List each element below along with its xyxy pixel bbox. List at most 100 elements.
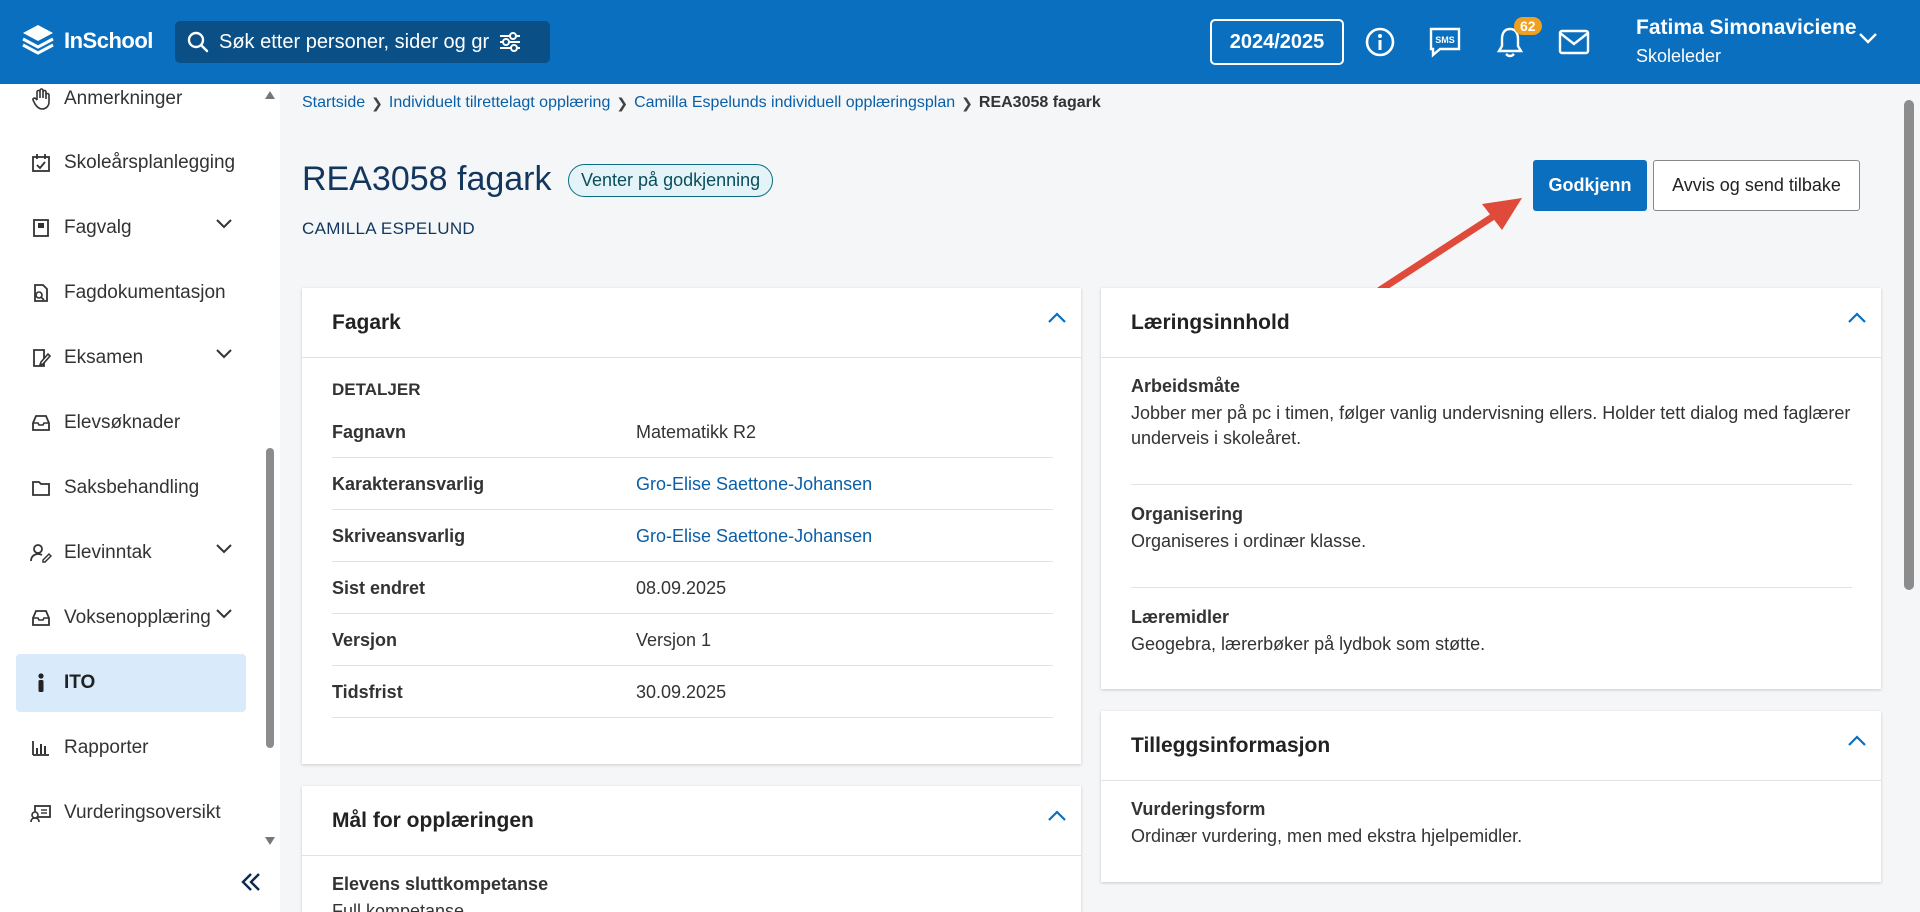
sidebar-item-label: Vurderingsoversikt	[64, 802, 221, 823]
detail-value: Versjon 1	[636, 630, 712, 650]
user-menu[interactable]: Fatima Simonaviciene Skoleleder	[1636, 16, 1857, 67]
notification-badge: 62	[1514, 17, 1542, 35]
fagark-card: Fagark DETALJER Fagnavn Matematikk R2 Ka…	[302, 288, 1081, 764]
chevron-up-icon[interactable]	[1847, 735, 1867, 747]
block-title: Arbeidsmåte	[1131, 376, 1241, 396]
sidebar-item-fagvalg[interactable]: Fagvalg	[16, 199, 246, 257]
teacher-link[interactable]: Gro-Elise Saettone-Johansen	[636, 474, 872, 495]
sidebar: Anmerkninger Skoleårsplanlegging Fagvalg…	[0, 84, 280, 912]
reject-and-return-button[interactable]: Avvis og send tilbake	[1653, 160, 1860, 211]
sidebar-item-fagdokumentasjon[interactable]: Fagdokumentasjon	[16, 264, 246, 322]
calendar-check-icon	[30, 152, 52, 174]
detail-row: Karakteransvarlig Gro-Elise Saettone-Joh…	[332, 458, 1053, 510]
school-year-button[interactable]: 2024/2025	[1210, 19, 1344, 65]
detail-row: Sist endret 08.09.2025	[332, 562, 1053, 614]
chevron-down-icon[interactable]	[216, 349, 232, 359]
sidebar-item-label: Saksbehandling	[64, 477, 200, 498]
person-icon	[30, 672, 52, 694]
sidebar-item-label: Rapporter	[64, 737, 149, 758]
sidebar-item-elevsoknader[interactable]: Elevsøknader	[16, 394, 246, 452]
hand-icon	[30, 88, 52, 110]
card-title: Mål for opplæringen	[332, 808, 534, 832]
breadcrumb-link-startside[interactable]: Startside	[302, 94, 365, 112]
chevron-right-icon: ❯	[961, 94, 973, 111]
block-title: Organisering	[1131, 504, 1244, 524]
top-bar: InSchool 2024/2025 SMS	[0, 0, 1920, 84]
detail-value: Matematikk R2	[636, 422, 757, 442]
detail-row: Tidsfrist 30.09.2025	[332, 666, 1053, 718]
approve-button[interactable]: Godkjenn	[1533, 160, 1647, 211]
mail-icon[interactable]	[1556, 24, 1592, 60]
content-block: Læremidler Geogebra, lærerbøker på lydbo…	[1131, 607, 1852, 657]
block-title: Elevens sluttkompetanse	[332, 874, 549, 894]
laeringsinnhold-card-header[interactable]: Læringsinnhold	[1101, 288, 1881, 358]
sidebar-item-vurderingsoversikt[interactable]: Vurderingsoversikt	[16, 784, 246, 842]
sidebar-item-anmerkninger[interactable]: Anmerkninger	[16, 70, 246, 128]
sidebar-item-eksamen[interactable]: Eksamen	[16, 329, 246, 387]
exam-icon	[30, 347, 52, 369]
page-scrollbar[interactable]	[1904, 100, 1914, 590]
sms-label: SMS	[1435, 35, 1455, 45]
sidebar-item-rapporter[interactable]: Rapporter	[16, 719, 246, 777]
detail-row: Skriveansvarlig Gro-Elise Saettone-Johan…	[332, 510, 1053, 562]
student-name: CAMILLA ESPELUND	[302, 219, 475, 238]
divider	[1131, 484, 1852, 485]
search-icon	[187, 31, 209, 53]
sidebar-scrollbar[interactable]	[266, 448, 274, 748]
collapse-sidebar-icon[interactable]	[240, 872, 262, 892]
chevron-right-icon: ❯	[616, 94, 629, 111]
scroll-up-arrow[interactable]	[264, 90, 276, 100]
user-role: Skoleleder	[1636, 46, 1722, 66]
chevron-right-icon: ❯	[371, 94, 383, 111]
chevron-up-icon[interactable]	[1047, 810, 1067, 822]
breadcrumb-link-plan[interactable]: Camilla Espelunds individuell opplærings…	[634, 94, 955, 112]
content-block: Organisering Organiseres i ordinær klass…	[1131, 504, 1852, 554]
maal-card-header[interactable]: Mål for opplæringen	[302, 786, 1081, 856]
search-input[interactable]	[219, 30, 489, 54]
sidebar-item-skolearsplanlegging[interactable]: Skoleårsplanlegging	[16, 134, 246, 192]
maal-block: Elevens sluttkompetanse Full kompetanse	[332, 874, 1053, 912]
teacher-link[interactable]: Gro-Elise Saettone-Johansen	[636, 526, 872, 547]
info-icon[interactable]	[1362, 24, 1398, 60]
section-label: DETALJER	[332, 380, 421, 399]
card-title: Fagark	[332, 310, 401, 334]
inschool-logo[interactable]: InSchool	[20, 22, 153, 60]
sidebar-item-label: Elevinntak	[64, 542, 152, 563]
app-name: InSchool	[64, 28, 153, 53]
logo-icon	[22, 25, 54, 55]
sidebar-item-elevinntak[interactable]: Elevinntak	[16, 524, 246, 582]
sidebar-item-saksbehandling[interactable]: Saksbehandling	[16, 459, 246, 517]
search-box[interactable]	[175, 21, 550, 63]
block-title: Vurderingsform	[1131, 799, 1266, 819]
fagark-card-header[interactable]: Fagark	[302, 288, 1081, 358]
sidebar-item-label: Skoleårsplanlegging	[64, 152, 236, 173]
detail-key: Versjon	[332, 630, 398, 650]
chevron-down-icon[interactable]	[216, 544, 232, 554]
breadcrumb: Startside ❯ Individuelt tilrettelagt opp…	[302, 94, 1101, 112]
block-text: Jobber mer på pc i timen, følger vanlig …	[1131, 403, 1851, 449]
filter-sliders-icon[interactable]	[499, 32, 521, 52]
inbox-icon	[30, 412, 52, 434]
sidebar-item-label: Eksamen	[64, 347, 144, 368]
document-search-icon	[30, 282, 52, 304]
chevron-down-icon[interactable]	[1858, 32, 1878, 44]
sms-icon[interactable]: SMS	[1427, 24, 1463, 60]
chevron-up-icon[interactable]	[1047, 312, 1067, 324]
block-text: Organiseres i ordinær klasse.	[1131, 531, 1367, 551]
breadcrumb-link-ito[interactable]: Individuelt tilrettelagt opplæring	[389, 94, 610, 112]
annotation-arrow	[1376, 198, 1522, 294]
chevron-down-icon[interactable]	[216, 219, 232, 229]
tillegg-card-header[interactable]: Tilleggsinformasjon	[1101, 711, 1881, 781]
chevron-up-icon[interactable]	[1847, 312, 1867, 324]
bar-chart-icon	[30, 737, 52, 759]
inbox-icon	[30, 607, 52, 629]
assessment-icon	[30, 802, 52, 824]
scroll-down-arrow[interactable]	[264, 836, 276, 846]
page-title: REA3058 fagark	[302, 160, 552, 198]
chevron-down-icon[interactable]	[216, 609, 232, 619]
sidebar-item-voksenopplaering[interactable]: Voksenopplæring	[16, 589, 246, 647]
sidebar-item-ito[interactable]: ITO	[16, 654, 246, 712]
user-name: Fatima Simonaviciene	[1636, 16, 1857, 39]
block-text: Ordinær vurdering, men med ekstra hjelpe…	[1131, 826, 1523, 846]
detail-row: Versjon Versjon 1	[332, 614, 1053, 666]
